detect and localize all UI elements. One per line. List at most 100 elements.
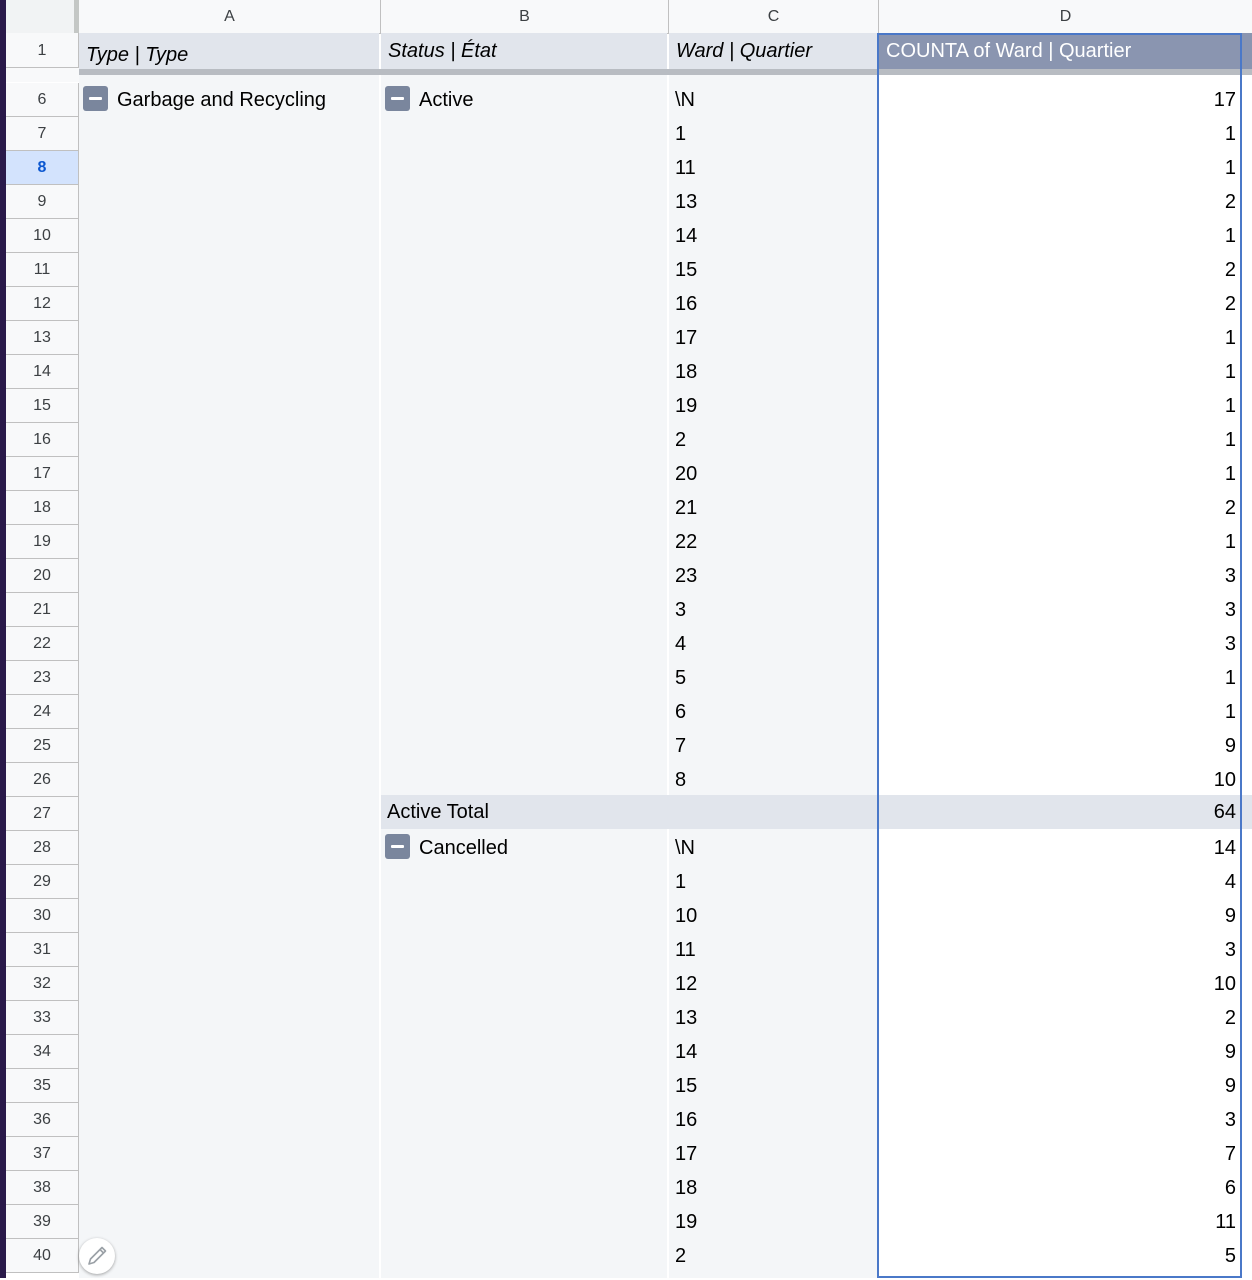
row-header[interactable]: 29 <box>6 865 79 899</box>
count-cell[interactable]: 1 <box>879 423 1239 457</box>
count-cell[interactable]: 4 <box>879 865 1239 899</box>
row-header[interactable]: 19 <box>6 525 79 559</box>
ward-cell[interactable]: 10 <box>675 899 875 933</box>
status-cancelled-label[interactable]: Cancelled <box>419 831 659 865</box>
row-header[interactable]: 12 <box>6 287 79 321</box>
column-header-a[interactable]: A <box>79 0 381 33</box>
count-cell[interactable]: 1 <box>879 117 1239 151</box>
count-cell[interactable]: 1 <box>879 321 1239 355</box>
row-header[interactable]: 31 <box>6 933 79 967</box>
ward-cell[interactable]: 23 <box>675 559 875 593</box>
count-cell[interactable]: 3 <box>879 933 1239 967</box>
row-header[interactable]: 11 <box>6 253 79 287</box>
row-header[interactable]: 37 <box>6 1137 79 1171</box>
count-cell[interactable]: 2 <box>879 287 1239 321</box>
row-header[interactable]: 17 <box>6 457 79 491</box>
ward-cell[interactable]: 17 <box>675 321 875 355</box>
column-header-b[interactable]: B <box>381 0 669 33</box>
row-header[interactable]: 24 <box>6 695 79 729</box>
ward-cell[interactable]: 16 <box>675 287 875 321</box>
pencil-icon[interactable] <box>79 1238 115 1274</box>
row-header[interactable]: 8 <box>6 151 79 185</box>
count-cell[interactable]: 17 <box>879 83 1239 117</box>
ward-cell[interactable]: 6 <box>675 695 875 729</box>
count-cell[interactable]: 2 <box>879 1001 1239 1035</box>
row-header[interactable]: 36 <box>6 1103 79 1137</box>
ward-cell[interactable]: 4 <box>675 627 875 661</box>
count-cell[interactable]: 1 <box>879 355 1239 389</box>
count-cell[interactable]: 10 <box>879 763 1239 797</box>
ward-cell[interactable]: \N <box>675 83 875 117</box>
ward-cell[interactable]: 14 <box>675 219 875 253</box>
row-header[interactable]: 6 <box>6 83 79 117</box>
row-header[interactable]: 18 <box>6 491 79 525</box>
ward-cell[interactable]: 20 <box>675 457 875 491</box>
collapse-cancelled-icon[interactable] <box>385 834 410 859</box>
ward-cell[interactable]: 11 <box>675 151 875 185</box>
count-cell[interactable]: 7 <box>879 1137 1239 1171</box>
count-header[interactable]: COUNTA of Ward | Quartier <box>879 33 1252 69</box>
ward-cell[interactable]: 7 <box>675 729 875 763</box>
ward-cell[interactable]: 22 <box>675 525 875 559</box>
row-header[interactable]: 22 <box>6 627 79 661</box>
count-cell[interactable]: 10 <box>879 967 1239 1001</box>
ward-cell[interactable]: 5 <box>675 661 875 695</box>
count-cell[interactable]: 1 <box>879 695 1239 729</box>
row-header[interactable]: 32 <box>6 967 79 1001</box>
count-cell[interactable]: 9 <box>879 1069 1239 1103</box>
count-cell[interactable]: 3 <box>879 1103 1239 1137</box>
type-group-label[interactable]: Garbage and Recycling <box>117 83 379 117</box>
ward-cell[interactable]: 2 <box>675 1239 875 1273</box>
row-header[interactable]: 26 <box>6 763 79 797</box>
row-header[interactable]: 27 <box>6 797 79 831</box>
count-cell[interactable]: 14 <box>879 831 1239 865</box>
count-cell[interactable]: 1 <box>879 219 1239 253</box>
count-cell[interactable]: 2 <box>879 185 1239 219</box>
row-header[interactable]: 13 <box>6 321 79 355</box>
ward-cell[interactable]: \N <box>675 831 875 865</box>
count-cell[interactable]: 11 <box>879 1205 1239 1239</box>
row-header[interactable]: 7 <box>6 117 79 151</box>
count-cell[interactable]: 1 <box>879 457 1239 491</box>
row-header[interactable]: 14 <box>6 355 79 389</box>
ward-cell[interactable]: 17 <box>675 1137 875 1171</box>
row-header[interactable]: 38 <box>6 1171 79 1205</box>
count-cell[interactable]: 9 <box>879 729 1239 763</box>
ward-cell[interactable]: 3 <box>675 593 875 627</box>
count-cell[interactable]: 1 <box>879 151 1239 185</box>
ward-cell[interactable]: 13 <box>675 1001 875 1035</box>
count-cell[interactable]: 2 <box>879 253 1239 287</box>
ward-cell[interactable]: 12 <box>675 967 875 1001</box>
ward-cell[interactable]: 1 <box>675 117 875 151</box>
count-cell[interactable]: 9 <box>879 1035 1239 1069</box>
row-header[interactable]: 33 <box>6 1001 79 1035</box>
row-header[interactable]: 9 <box>6 185 79 219</box>
row-header[interactable]: 20 <box>6 559 79 593</box>
count-cell[interactable]: 3 <box>879 559 1239 593</box>
ward-cell[interactable]: 15 <box>675 1069 875 1103</box>
row-header[interactable]: 15 <box>6 389 79 423</box>
collapse-type-icon[interactable] <box>83 86 108 111</box>
row-header[interactable]: 10 <box>6 219 79 253</box>
count-cell[interactable]: 6 <box>879 1171 1239 1205</box>
count-cell[interactable]: 3 <box>879 627 1239 661</box>
row-header[interactable]: 34 <box>6 1035 79 1069</box>
row-header[interactable]: 30 <box>6 899 79 933</box>
count-cell[interactable]: 5 <box>879 1239 1239 1273</box>
row-header[interactable]: 35 <box>6 1069 79 1103</box>
row-header[interactable]: 40 <box>6 1239 79 1273</box>
ward-cell[interactable]: 15 <box>675 253 875 287</box>
row-header[interactable]: 28 <box>6 831 79 865</box>
ward-cell[interactable]: 2 <box>675 423 875 457</box>
ward-cell[interactable]: 13 <box>675 185 875 219</box>
ward-cell[interactable]: 14 <box>675 1035 875 1069</box>
ward-cell[interactable]: 18 <box>675 355 875 389</box>
status-active-label[interactable]: Active <box>419 83 659 117</box>
count-cell[interactable]: 1 <box>879 389 1239 423</box>
column-header-d[interactable]: D <box>879 0 1252 33</box>
count-cell[interactable]: 3 <box>879 593 1239 627</box>
collapse-active-icon[interactable] <box>385 86 410 111</box>
row-header[interactable]: 1 <box>6 33 79 68</box>
row-header[interactable]: 16 <box>6 423 79 457</box>
row-header[interactable]: 25 <box>6 729 79 763</box>
